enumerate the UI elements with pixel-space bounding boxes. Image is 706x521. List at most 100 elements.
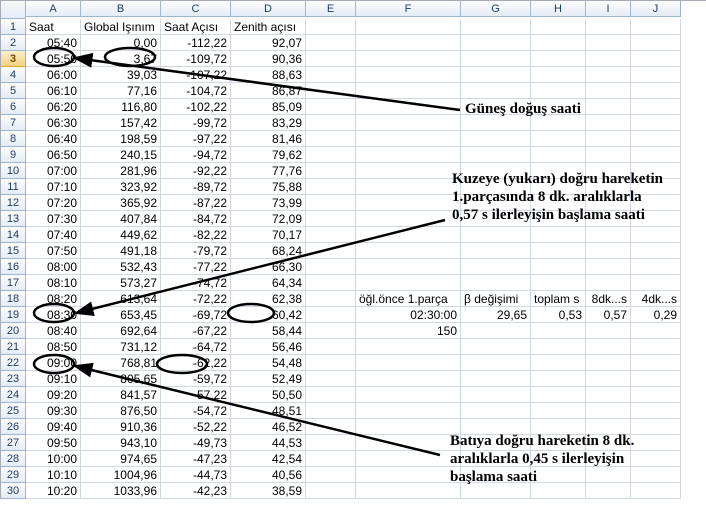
cell-A14[interactable]: 07:40 (26, 227, 81, 243)
cell-A11[interactable]: 07:10 (26, 179, 81, 195)
cell-F23[interactable] (356, 371, 461, 387)
cell-B21[interactable]: 731,12 (81, 339, 161, 355)
cell-E25[interactable] (306, 403, 356, 419)
cell-C15[interactable]: -79,72 (161, 243, 231, 259)
cell-A30[interactable]: 10:20 (26, 483, 81, 499)
cell-A23[interactable]: 09:10 (26, 371, 81, 387)
cell-C7[interactable]: -99,72 (161, 115, 231, 131)
cell-F3[interactable] (356, 51, 461, 67)
cell-F10[interactable] (356, 163, 461, 179)
cell-B30[interactable]: 1033,96 (81, 483, 161, 499)
cell-F30[interactable] (356, 483, 461, 499)
cell-J16[interactable] (631, 259, 681, 275)
header-cell[interactable] (631, 19, 681, 35)
header-cell[interactable]: Zenith açısı (231, 19, 306, 35)
cell-D6[interactable]: 85,09 (231, 99, 306, 115)
cell-H5[interactable] (531, 83, 586, 99)
cell-D28[interactable]: 42,54 (231, 451, 306, 467)
cell-D11[interactable]: 75,88 (231, 179, 306, 195)
row-header-26[interactable]: 26 (1, 419, 26, 435)
cell-F21[interactable] (356, 339, 461, 355)
cell-F13[interactable] (356, 211, 461, 227)
cell-B25[interactable]: 876,50 (81, 403, 161, 419)
row-header-18[interactable]: 18 (1, 291, 26, 307)
cell-E18[interactable] (306, 291, 356, 307)
header-cell[interactable]: Saat Açısı (161, 19, 231, 35)
cell-A16[interactable]: 08:00 (26, 259, 81, 275)
row-header-13[interactable]: 13 (1, 211, 26, 227)
cell-D27[interactable]: 44,53 (231, 435, 306, 451)
cell-G21[interactable] (461, 339, 531, 355)
cell-A28[interactable]: 10:00 (26, 451, 81, 467)
cell-E12[interactable] (306, 195, 356, 211)
col-header-H[interactable]: H (531, 1, 586, 17)
row-header-23[interactable]: 23 (1, 371, 26, 387)
cell-E2[interactable] (306, 35, 356, 51)
cell-B26[interactable]: 910,36 (81, 419, 161, 435)
cell-F24[interactable] (356, 387, 461, 403)
cell-D3[interactable]: 90,36 (231, 51, 306, 67)
cell-J19[interactable]: 0,29 (631, 307, 681, 323)
cell-J18[interactable]: 4dk...s (631, 291, 681, 307)
col-header-C[interactable]: C (161, 1, 231, 17)
header-cell[interactable] (531, 19, 586, 35)
cell-J25[interactable] (631, 403, 681, 419)
cell-J20[interactable] (631, 323, 681, 339)
cell-A7[interactable]: 06:30 (26, 115, 81, 131)
cell-I6[interactable] (586, 99, 631, 115)
header-cell[interactable] (461, 19, 531, 35)
cell-B29[interactable]: 1004,96 (81, 467, 161, 483)
cell-J26[interactable] (631, 419, 681, 435)
cell-I15[interactable] (586, 243, 631, 259)
cell-I4[interactable] (586, 67, 631, 83)
cell-J27[interactable] (631, 435, 681, 451)
cell-B7[interactable]: 157,42 (81, 115, 161, 131)
row-header-21[interactable]: 21 (1, 339, 26, 355)
cell-B22[interactable]: 768,81 (81, 355, 161, 371)
cell-J6[interactable] (631, 99, 681, 115)
cell-A8[interactable]: 06:40 (26, 131, 81, 147)
cell-C22[interactable]: -62,22 (161, 355, 231, 371)
header-cell[interactable] (306, 19, 356, 35)
row-header-24[interactable]: 24 (1, 387, 26, 403)
cell-A17[interactable]: 08:10 (26, 275, 81, 291)
row-header-3[interactable]: 3 (1, 51, 26, 67)
cell-E28[interactable] (306, 451, 356, 467)
cell-D19[interactable]: 60,42 (231, 307, 306, 323)
col-header-J[interactable]: J (631, 1, 681, 17)
cell-G25[interactable] (461, 403, 531, 419)
cell-F28[interactable] (356, 451, 461, 467)
cell-D13[interactable]: 72,09 (231, 211, 306, 227)
header-cell[interactable]: Saat (26, 19, 81, 35)
row-header-6[interactable]: 6 (1, 99, 26, 115)
cell-G23[interactable] (461, 371, 531, 387)
cell-A2[interactable]: 05:40 (26, 35, 81, 51)
cell-C13[interactable]: -84,72 (161, 211, 231, 227)
col-header-A[interactable]: A (26, 1, 81, 17)
cell-C2[interactable]: -112,22 (161, 35, 231, 51)
cell-E29[interactable] (306, 467, 356, 483)
col-header-B[interactable]: B (81, 1, 161, 17)
cell-A15[interactable]: 07:50 (26, 243, 81, 259)
cell-F2[interactable] (356, 35, 461, 51)
cell-G22[interactable] (461, 355, 531, 371)
cell-C17[interactable]: -74,72 (161, 275, 231, 291)
cell-A27[interactable]: 09:50 (26, 435, 81, 451)
cell-J23[interactable] (631, 371, 681, 387)
cell-F26[interactable] (356, 419, 461, 435)
cell-E20[interactable] (306, 323, 356, 339)
cell-F17[interactable] (356, 275, 461, 291)
cell-H19[interactable]: 0,53 (531, 307, 586, 323)
row-header-29[interactable]: 29 (1, 467, 26, 483)
row-header-27[interactable]: 27 (1, 435, 26, 451)
cell-E7[interactable] (306, 115, 356, 131)
cell-C27[interactable]: -49,73 (161, 435, 231, 451)
row-header-28[interactable]: 28 (1, 451, 26, 467)
cell-D26[interactable]: 46,52 (231, 419, 306, 435)
cell-G16[interactable] (461, 259, 531, 275)
cell-J8[interactable] (631, 131, 681, 147)
row-header-8[interactable]: 8 (1, 131, 26, 147)
cell-H20[interactable] (531, 323, 586, 339)
cell-H14[interactable] (531, 227, 586, 243)
cell-B18[interactable]: 613,64 (81, 291, 161, 307)
